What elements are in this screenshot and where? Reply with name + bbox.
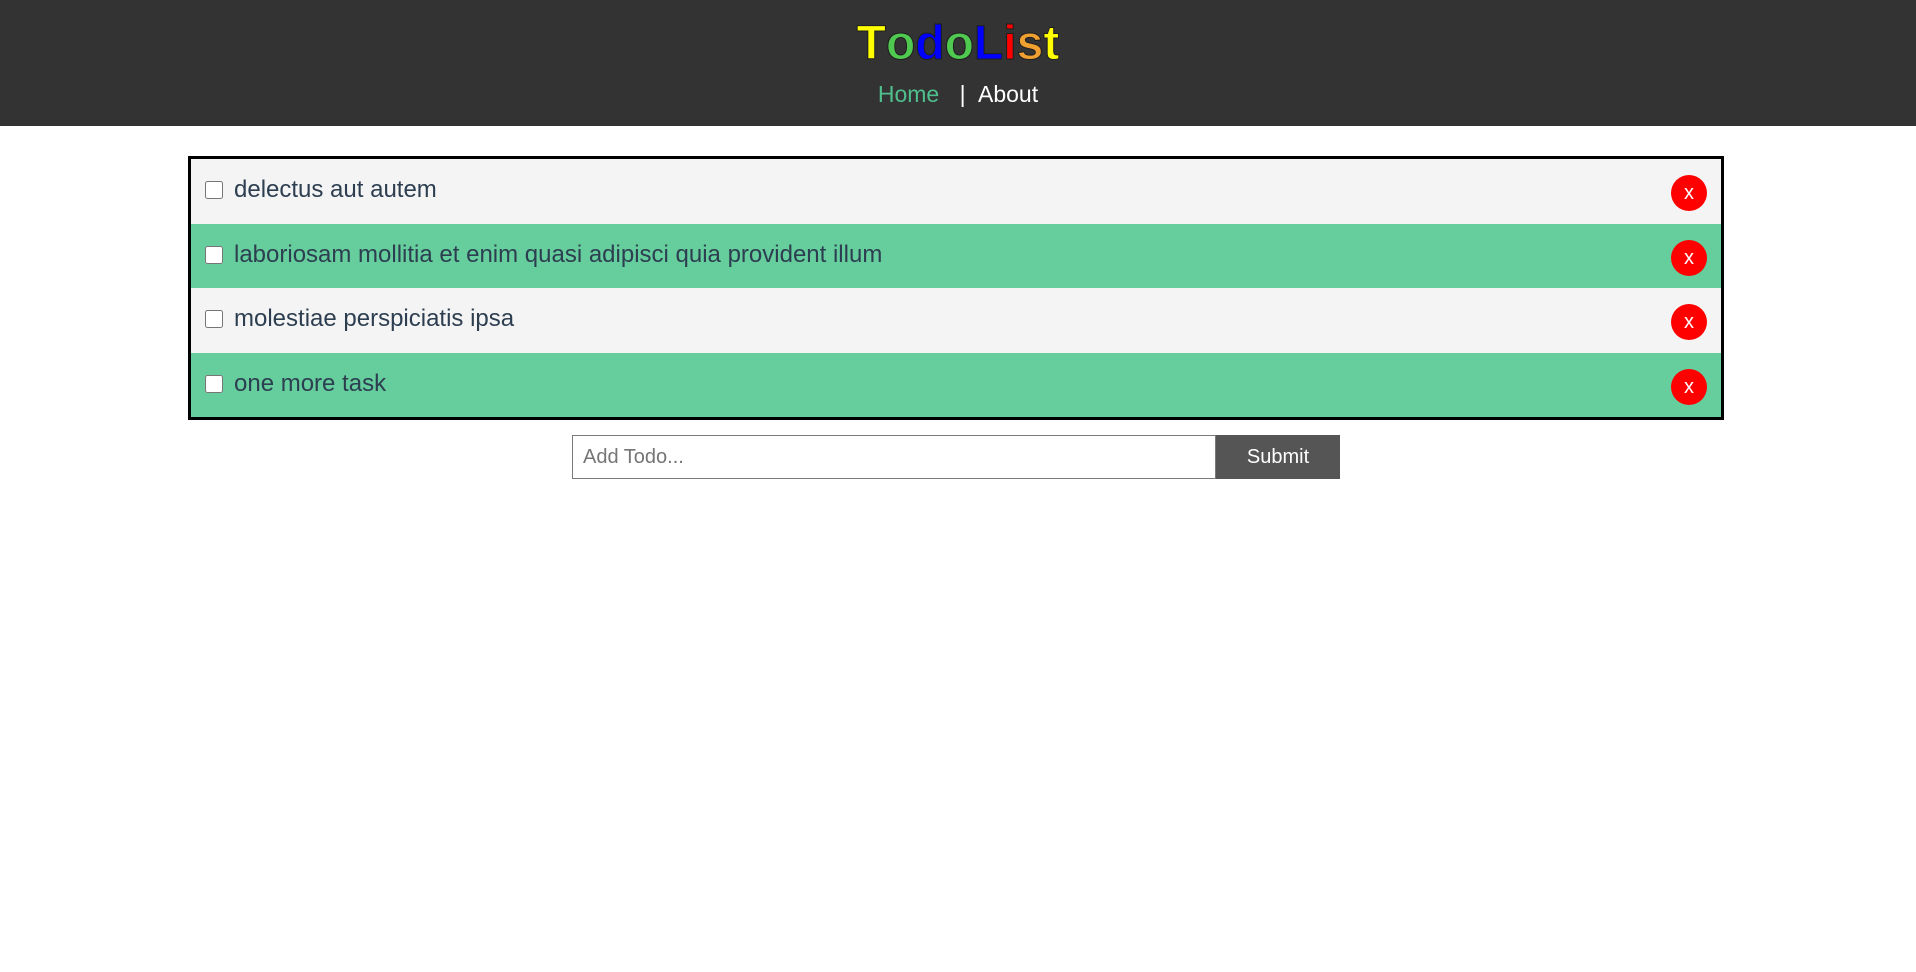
delete-todo-button[interactable]: x [1671,175,1707,211]
logo-letter: i [1003,17,1017,70]
main-nav: Home | About [0,80,1916,108]
todo-item: molestiae perspiciatis ipsa x [191,288,1721,353]
todo-item: delectus aut autem x [191,159,1721,224]
delete-todo-button[interactable]: x [1671,368,1707,405]
nav-link-home[interactable]: Home [878,81,939,107]
delete-todo-button[interactable]: x [1671,239,1707,276]
todo-title: delectus aut autem [234,176,437,203]
logo-letter: o [885,17,916,70]
logo-letter: L [973,17,1004,70]
logo-letter: o [944,17,974,70]
app-logo: TodoList [0,17,1916,70]
add-todo-form: Submit [572,435,1340,479]
todo-item: laboriosam mollitia et enim quasi adipis… [191,223,1721,288]
todo-list: delectus aut autem x laboriosam mollitia… [188,156,1724,420]
logo-letter: d [915,17,945,70]
delete-todo-button[interactable]: x [1671,304,1707,340]
logo-letter: T [856,17,886,70]
add-todo-input[interactable] [572,435,1216,479]
todo-title: laboriosam mollitia et enim quasi adipis… [234,240,883,268]
logo-letter: t [1043,17,1060,70]
todo-checkbox[interactable] [205,310,223,328]
logo-letter: s [1016,17,1044,70]
nav-link-about[interactable]: About [978,81,1038,107]
submit-button[interactable]: Submit [1216,435,1340,479]
todo-title: molestiae perspiciatis ipsa [234,305,515,332]
todo-checkbox[interactable] [205,374,223,393]
todo-item: one more task x [191,352,1721,417]
app-header: TodoList Home | About [0,0,1916,126]
todo-checkbox[interactable] [205,245,223,264]
todo-title: one more task [234,369,387,397]
todo-checkbox[interactable] [205,181,223,199]
nav-separator: | [959,81,966,107]
